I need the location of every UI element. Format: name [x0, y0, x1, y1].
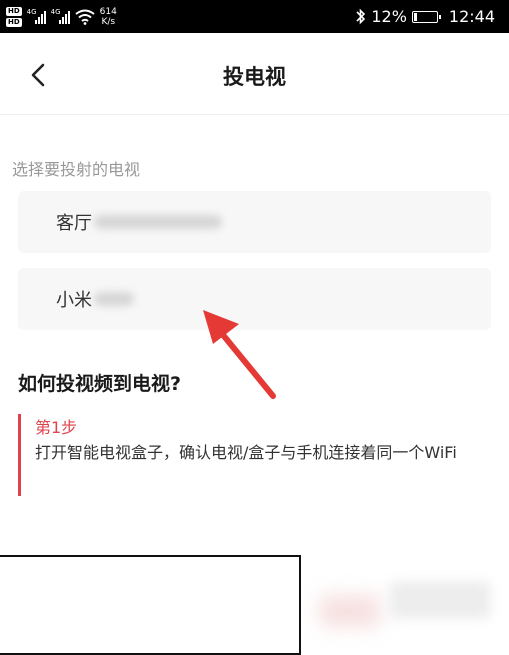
bluetooth-icon: [356, 8, 366, 25]
hd-badge: HD: [6, 17, 22, 27]
redacted-text: [94, 292, 134, 306]
wifi-icon: [75, 9, 95, 25]
status-right: 12% 12:44: [355, 0, 495, 33]
clock: 12:44: [448, 7, 495, 26]
battery-fill: [413, 12, 417, 21]
redacted-text: [94, 215, 222, 229]
device-name: 小米: [56, 290, 92, 311]
device-card[interactable]: 客厅: [18, 191, 491, 253]
signal-icon: 4G: [26, 7, 46, 24]
blurred-region: [390, 582, 490, 618]
bottom-panel: [0, 555, 301, 655]
hd-badge: HD: [6, 6, 22, 16]
status-bar: HD HD 4G 4G 614 K/s 12% 12:44: [0, 0, 509, 33]
step-title: 第1步: [35, 418, 78, 437]
network-type: 4G: [50, 7, 61, 16]
network-speed: 614 K/s: [100, 7, 117, 27]
howto-title: 如何投视频到电视?: [18, 373, 182, 395]
hd-indicators: HD HD: [6, 6, 22, 27]
header: 投电视: [0, 33, 509, 115]
speed-unit: K/s: [101, 16, 116, 27]
page-title: 投电视: [223, 65, 286, 89]
speed-value: 614: [99, 6, 117, 17]
step-block: 第1步 打开智能电视盒子，确认电视/盒子与手机连接着同一个WiFi: [18, 414, 496, 496]
device-name: 客厅: [56, 213, 92, 234]
blurred-region: [320, 596, 380, 626]
network-type: 4G: [26, 7, 37, 16]
annotation-arrow: [203, 310, 276, 399]
signal-icon: 4G: [50, 7, 70, 24]
header-divider: [0, 114, 509, 115]
status-left: HD HD 4G 4G 614 K/s: [6, 0, 117, 33]
battery-icon: [411, 10, 441, 23]
battery-percent: 12%: [371, 7, 407, 26]
section-label: 选择要投射的电视: [12, 160, 141, 179]
step-text: 打开智能电视盒子，确认电视/盒子与手机连接着同一个WiFi: [35, 443, 457, 462]
